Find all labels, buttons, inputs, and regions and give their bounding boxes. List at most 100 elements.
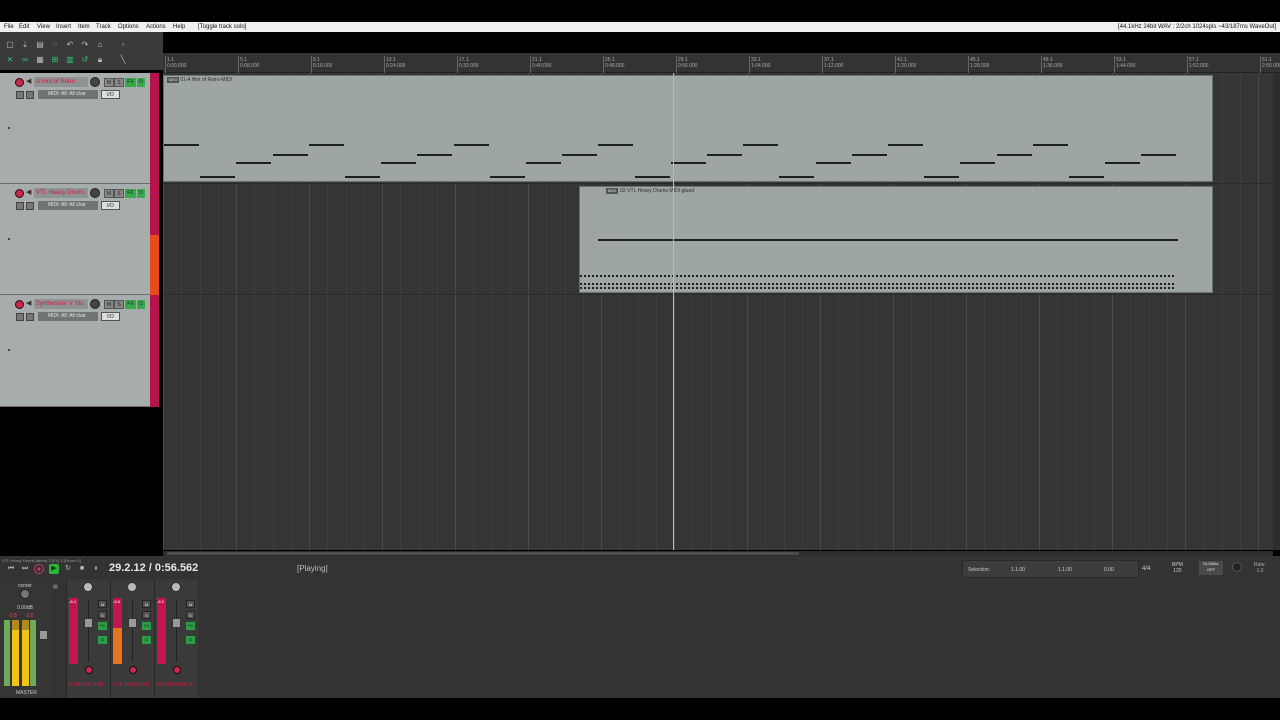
- midi-input-select[interactable]: MIDI: All: All char: [38, 312, 98, 321]
- master-pan-knob[interactable]: [20, 589, 30, 599]
- menu-file[interactable]: File: [4, 22, 14, 32]
- track-lane[interactable]: MIDI 02-VTL Heavy Drums-MIDI-glued: [163, 184, 1273, 295]
- audio-device-status[interactable]: [44.1kHz 24bit WAV : 2/2ch 1024spls ~43/…: [1118, 22, 1276, 32]
- pan-knob[interactable]: [127, 582, 137, 592]
- ripple-edit-icon[interactable]: ∞: [20, 55, 30, 65]
- blank-toolbar-icon[interactable]: ▫: [118, 40, 128, 50]
- solo-button[interactable]: S: [114, 300, 124, 309]
- midi-item-vtl-heavy-drums[interactable]: MIDI 02-VTL Heavy Drums-MIDI-glued: [579, 186, 1213, 293]
- go-to-start-icon[interactable]: ⏮: [6, 564, 16, 574]
- lock-icon[interactable]: 🔒︎: [95, 55, 105, 65]
- menu-view[interactable]: View: [37, 22, 50, 32]
- solo-button[interactable]: S: [114, 189, 124, 198]
- fx-button[interactable]: FX: [125, 300, 136, 309]
- menu-actions[interactable]: Actions: [146, 22, 166, 32]
- record-arm-button[interactable]: [85, 666, 93, 674]
- track-name[interactable]: A Hint of Retro: [34, 77, 88, 87]
- master-menu-icon[interactable]: ▤: [53, 584, 58, 590]
- track-name[interactable]: VTL Heavy Drums: [34, 188, 88, 198]
- mute-button[interactable]: M: [142, 600, 151, 608]
- midi-input-select[interactable]: MIDI: All: All char: [38, 90, 98, 99]
- monitor-button[interactable]: [26, 202, 34, 210]
- repeat-icon[interactable]: ↻: [63, 564, 73, 574]
- record-arm-button[interactable]: [15, 189, 24, 198]
- grouping-icon[interactable]: ⊞: [50, 55, 60, 65]
- record-arm-button[interactable]: [129, 666, 137, 674]
- fx-button[interactable]: FX: [98, 622, 107, 630]
- track-header-synthesizer-v[interactable]: ◀ Synthesizer V Stu M S FX ⏻ MIDI: All: …: [0, 295, 150, 407]
- track-header-vtl-heavy-drums[interactable]: ◀ VTL Heavy Drums M S FX ⏻ MIDI: All: Al…: [0, 184, 150, 295]
- solo-button[interactable]: S: [186, 611, 195, 619]
- phase-button[interactable]: [16, 202, 24, 210]
- razor-icon[interactable]: ╲: [118, 55, 128, 65]
- master-volume[interactable]: 0.00dB: [17, 605, 33, 611]
- fx-bypass-icon[interactable]: ⏻: [186, 636, 195, 644]
- channel-volume[interactable]: -8.3: [157, 599, 164, 604]
- record-arm-button[interactable]: [173, 666, 181, 674]
- mute-button[interactable]: M: [104, 78, 114, 87]
- channel-volume[interactable]: -8.4: [69, 599, 76, 604]
- menu-item[interactable]: Item: [78, 22, 90, 32]
- menu-insert[interactable]: Insert: [56, 22, 71, 32]
- volume-knob[interactable]: [90, 188, 100, 198]
- selection-end[interactable]: 1.1.00: [1058, 567, 1072, 573]
- new-project-icon[interactable]: ▢: [5, 40, 15, 50]
- phase-button[interactable]: [16, 313, 24, 321]
- scroll-thumb[interactable]: [167, 552, 799, 555]
- grid-toggle-icon[interactable]: ⨯: [5, 55, 15, 65]
- solo-button[interactable]: S: [98, 611, 107, 619]
- routing-button[interactable]: I/O: [101, 201, 120, 210]
- undo-icon[interactable]: ↶: [65, 40, 75, 50]
- fx-bypass-icon[interactable]: ⏻: [137, 78, 145, 87]
- channel-fader[interactable]: [172, 618, 181, 628]
- menu-edit[interactable]: Edit: [19, 22, 29, 32]
- mute-button[interactable]: M: [186, 600, 195, 608]
- solo-button[interactable]: S: [114, 78, 124, 87]
- selection-length[interactable]: 0.00: [1104, 567, 1114, 573]
- time-signature[interactable]: 4/4: [1142, 566, 1150, 572]
- menu-help[interactable]: Help: [173, 22, 185, 32]
- save-project-icon[interactable]: ▤: [35, 40, 45, 50]
- fx-bypass-icon[interactable]: ⏻: [137, 300, 145, 309]
- metronome-icon[interactable]: ⌂: [95, 40, 105, 50]
- track-header-a-hint-of-retro[interactable]: ◀ A Hint of Retro M S FX ⏻ MIDI: All: Al…: [0, 73, 150, 184]
- master-fader[interactable]: [39, 630, 48, 640]
- timeline-ruler[interactable]: 1.1 0:00.000 5.1 0:08.000 9.1 0:16.000 13.1 0:2…: [163, 53, 1280, 73]
- solo-button[interactable]: S: [142, 611, 151, 619]
- routing-button[interactable]: I/O: [101, 90, 120, 99]
- envelope-icon[interactable]: ▥: [65, 55, 75, 65]
- pause-icon[interactable]: ⏸: [91, 564, 101, 574]
- channel-name[interactable]: Synthesizer V: [156, 682, 198, 688]
- pan-knob[interactable]: [83, 582, 93, 592]
- open-project-icon[interactable]: ⇣: [20, 40, 30, 50]
- playrate-knob[interactable]: [1232, 562, 1242, 572]
- midi-input-select[interactable]: MIDI: All: All char: [38, 201, 98, 210]
- channel-volume[interactable]: -8.8: [113, 599, 120, 604]
- tempo-display[interactable]: BPM 120: [1172, 562, 1183, 574]
- record-arm-button[interactable]: [15, 78, 24, 87]
- phase-button[interactable]: [16, 91, 24, 99]
- volume-knob[interactable]: [90, 299, 100, 309]
- vertical-scrollbar[interactable]: [1273, 73, 1280, 550]
- fx-button[interactable]: FX: [142, 622, 151, 630]
- snap-icon[interactable]: ▦: [35, 55, 45, 65]
- midi-item-a-hint-of-retro[interactable]: MIDI 01-A Hint of Retro-MIDI: [163, 75, 1213, 182]
- mute-button[interactable]: M: [98, 600, 107, 608]
- fx-button[interactable]: FX: [125, 78, 136, 87]
- mute-button[interactable]: M: [104, 300, 114, 309]
- routing-button[interactable]: I/O: [101, 312, 120, 321]
- mute-button[interactable]: M: [104, 189, 114, 198]
- playrate-display[interactable]: Rate: 1.0: [1254, 562, 1266, 574]
- redo-icon[interactable]: ↷: [80, 40, 90, 50]
- track-name[interactable]: Synthesizer V Stu: [34, 299, 88, 309]
- record-icon[interactable]: ●: [34, 564, 44, 574]
- fx-bypass-icon[interactable]: ⏻: [98, 636, 107, 644]
- fx-bypass-icon[interactable]: ⏻: [137, 189, 145, 198]
- menu-options[interactable]: Options: [118, 22, 139, 32]
- arrange-view[interactable]: MIDI 01-A Hint of Retro-MIDI MIDI 02-VTL…: [163, 73, 1273, 550]
- record-arm-button[interactable]: [15, 300, 24, 309]
- menu-track[interactable]: Track: [96, 22, 111, 32]
- fx-bypass-icon[interactable]: ⏻: [142, 636, 151, 644]
- pan-knob[interactable]: [171, 582, 181, 592]
- selection-panel[interactable]: Selection: 1.1.00 1.1.00 0.00: [962, 560, 1139, 578]
